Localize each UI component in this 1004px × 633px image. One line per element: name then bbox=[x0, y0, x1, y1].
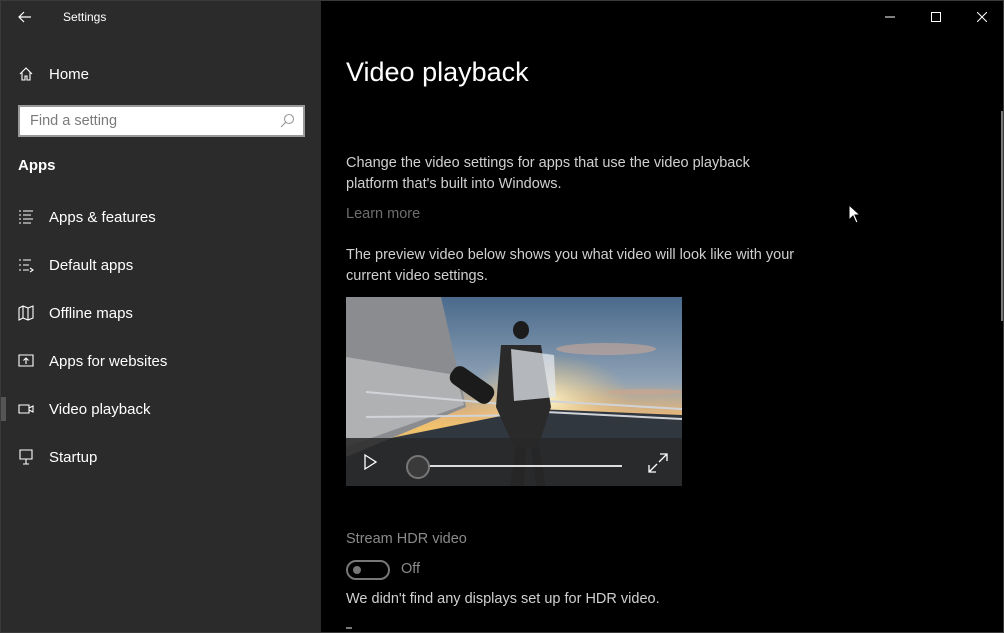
close-icon bbox=[977, 12, 987, 22]
sidebar-item-label: Offline maps bbox=[49, 304, 133, 322]
selection-indicator bbox=[1, 397, 6, 421]
home-icon bbox=[18, 66, 34, 82]
hdr-note: We didn't find any displays set up for H… bbox=[346, 591, 660, 607]
back-arrow-icon bbox=[18, 11, 31, 23]
maximize-button[interactable] bbox=[913, 1, 959, 33]
seek-thumb[interactable] bbox=[406, 455, 430, 479]
minimize-icon bbox=[885, 16, 895, 18]
search-icon[interactable] bbox=[279, 113, 295, 129]
seek-bar[interactable] bbox=[418, 465, 622, 467]
toggle-state-text: Off bbox=[401, 561, 421, 577]
sidebar-item-label: Apps & features bbox=[49, 208, 156, 226]
hdr-toggle[interactable] bbox=[346, 560, 390, 580]
video-camera-icon bbox=[18, 401, 34, 417]
sidebar-item-label: Video playback bbox=[49, 400, 151, 418]
home-nav-item[interactable]: Home bbox=[1, 57, 321, 91]
window-controls bbox=[867, 1, 1003, 33]
sidebar-item-label: Apps for websites bbox=[49, 352, 168, 370]
search-input[interactable]: Find a setting bbox=[30, 113, 279, 129]
sidebar: Settings Home Find a setting Apps Apps &… bbox=[1, 1, 321, 632]
clipped-content bbox=[346, 627, 352, 629]
apps-features-icon bbox=[18, 209, 34, 225]
maximize-icon bbox=[931, 12, 941, 22]
close-button[interactable] bbox=[959, 1, 1003, 33]
minimize-button[interactable] bbox=[867, 1, 913, 33]
startup-icon bbox=[18, 449, 34, 465]
app-title: Settings bbox=[63, 10, 107, 24]
toggle-knob bbox=[353, 566, 361, 574]
sidebar-item-video-playback[interactable]: Video playback bbox=[1, 385, 321, 433]
settings-window: Settings Home Find a setting Apps Apps &… bbox=[0, 0, 1004, 633]
page-title: Video playback bbox=[346, 57, 529, 87]
mouse-cursor-icon bbox=[848, 204, 862, 224]
sidebar-item-label: Default apps bbox=[49, 256, 134, 274]
sidebar-item-offline-maps[interactable]: Offline maps bbox=[1, 289, 321, 337]
title-bar: Settings bbox=[1, 1, 321, 33]
sidebar-item-apps-features[interactable]: Apps & features bbox=[1, 193, 321, 241]
description-text: Change the video settings for apps that … bbox=[346, 155, 750, 192]
back-button[interactable] bbox=[1, 1, 49, 33]
search-box[interactable]: Find a setting bbox=[18, 105, 305, 137]
sidebar-item-apps-for-websites[interactable]: Apps for websites bbox=[1, 337, 321, 385]
sidebar-item-label: Startup bbox=[49, 448, 98, 466]
video-preview[interactable] bbox=[346, 297, 682, 486]
sidebar-item-default-apps[interactable]: Default apps bbox=[1, 241, 321, 289]
home-label: Home bbox=[49, 65, 90, 83]
scrollbar[interactable] bbox=[1001, 111, 1003, 321]
offline-maps-icon bbox=[18, 305, 34, 321]
preview-description: The preview video below shows you what v… bbox=[346, 247, 795, 284]
fullscreen-icon[interactable] bbox=[647, 452, 669, 474]
default-apps-icon bbox=[18, 257, 34, 273]
learn-more-link[interactable]: Learn more bbox=[346, 206, 420, 222]
section-title: Apps bbox=[18, 157, 56, 174]
video-controls bbox=[346, 438, 682, 486]
play-icon[interactable] bbox=[360, 452, 380, 472]
hdr-setting-label: Stream HDR video bbox=[346, 531, 467, 547]
main-content: Video playback Change the video settings… bbox=[321, 1, 1003, 632]
sidebar-item-startup[interactable]: Startup bbox=[1, 433, 321, 481]
apps-for-websites-icon bbox=[18, 353, 34, 369]
nav-list: Apps & features Default apps Offline map… bbox=[1, 193, 321, 481]
